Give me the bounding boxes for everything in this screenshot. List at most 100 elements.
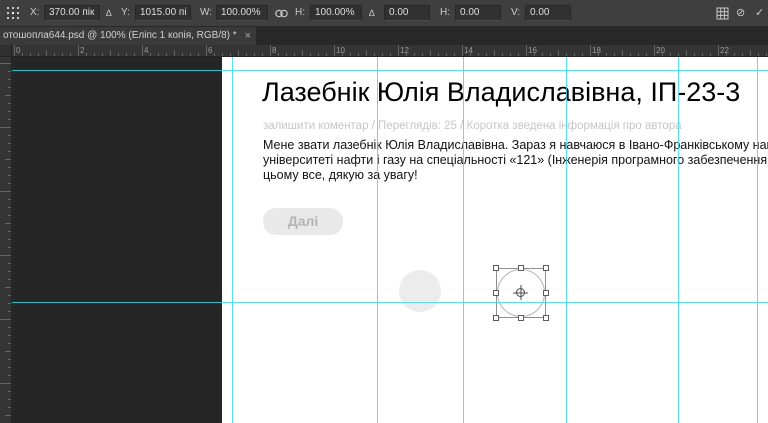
transform-handle-s[interactable] [518,315,524,321]
guide-line-vertical[interactable] [232,57,233,423]
ruler-tick [750,50,751,56]
ruler-tick [8,183,11,184]
guide-line-vertical[interactable] [377,57,378,423]
ruler-tick [622,50,623,56]
ruler-tick [462,45,463,56]
ruler-tick [8,87,11,88]
ruler-tick [254,53,255,56]
x-input[interactable]: 370.00 пік [44,5,100,21]
vertical-ruler[interactable] [0,57,12,423]
design-body-text: Мене звати лазебнік Юлія Владиславівна. … [263,138,768,183]
reference-point-locator-icon[interactable] [6,6,20,20]
guide-line-vertical[interactable] [757,57,758,423]
ruler-tick [8,151,11,152]
ruler-number: 2 [80,46,84,55]
ruler-tick [70,53,71,56]
ruler-tick [8,343,11,344]
y-input[interactable]: 1015.00 пі [135,5,191,21]
ruler-tick [518,53,519,56]
ruler-tick [542,53,543,56]
ruler-tick [494,50,495,56]
close-icon[interactable]: × [245,27,251,45]
ruler-tick [22,53,23,56]
ruler-tick [8,271,11,272]
ruler-tick [502,53,503,56]
ruler-tick [198,53,199,56]
ruler-tick [454,53,455,56]
ruler-tick [8,359,11,360]
ruler-tick [366,50,367,56]
guide-line-horizontal[interactable] [12,70,768,71]
ruler-tick [646,53,647,56]
ruler-number: 12 [400,46,409,55]
ruler-tick [14,45,15,56]
ruler-tick [590,45,591,56]
transform-selection[interactable] [496,268,546,318]
ruler-tick [0,383,11,384]
ruler-number: 16 [528,46,537,55]
ruler-tick [262,53,263,56]
ruler-tick [390,53,391,56]
transform-handle-nw[interactable] [493,265,499,271]
rotate-angle-icon: ∆ [369,0,375,26]
ruler-tick [5,223,11,224]
ruler-tick [678,53,679,56]
ruler-tick [710,53,711,56]
y-label: Y: [121,0,130,26]
ruler-tick [118,53,119,56]
ruler-tick [5,415,11,416]
height-input[interactable]: 100.00% [310,5,362,21]
guide-line-vertical[interactable] [463,57,464,423]
guide-line-vertical[interactable] [678,57,679,423]
guide-line-horizontal[interactable] [12,302,768,303]
transform-handle-e[interactable] [543,290,549,296]
angle-input[interactable]: 0.00 [384,5,430,21]
ruler-tick [438,53,439,56]
design-dark-sidebar [12,57,222,423]
cancel-transform-icon[interactable]: ⊘ [736,0,745,26]
ruler-tick [526,45,527,56]
design-next-button-label: Далі [288,213,319,229]
transform-options-bar: X: 370.00 пік ∆ Y: 1015.00 пі W: 100.00%… [0,0,768,27]
commit-transform-icon[interactable]: ✓ [755,0,764,26]
ruler-tick [8,311,11,312]
ruler-corner [0,45,12,57]
horizontal-ruler[interactable]: 0246810121416182022 [0,45,768,57]
center-reference-icon[interactable] [516,288,525,297]
ruler-tick [638,53,639,56]
transform-handle-sw[interactable] [493,315,499,321]
ruler-tick [382,53,383,56]
ellipse-shape [399,270,441,312]
ruler-tick [334,45,335,56]
skew-h-input[interactable]: 0.00 [455,5,501,21]
ruler-number: 10 [336,46,345,55]
relative-position-icon[interactable]: ∆ [106,0,112,26]
ruler-tick [654,45,655,56]
ruler-tick [206,45,207,56]
ruler-tick [8,263,11,264]
canvas[interactable]: Лазебнік Юлія Владиславівна, ІП-23-3 зал… [12,57,768,423]
ruler-tick [694,53,695,56]
transform-handle-se[interactable] [543,315,549,321]
transform-handle-ne[interactable] [543,265,549,271]
transform-handle-w[interactable] [493,290,499,296]
ruler-tick [566,53,567,56]
width-input[interactable]: 100.00% [216,5,268,21]
ruler-number: 22 [720,46,729,55]
warp-mode-icon[interactable] [716,7,729,20]
guide-line-vertical[interactable] [566,57,567,423]
ruler-tick [46,50,47,56]
skew-v-input[interactable]: 0.00 [525,5,571,21]
ruler-tick [62,53,63,56]
ruler-tick [0,319,11,320]
document-tab[interactable]: отошопла644.psd @ 100% (Еліпс 1 копія, R… [0,27,256,45]
ruler-tick [214,53,215,56]
link-dimensions-icon[interactable] [274,9,289,18]
ruler-number: 14 [464,46,473,55]
ruler-tick [150,53,151,56]
ruler-tick [8,279,11,280]
ruler-number: 20 [656,46,665,55]
ruler-tick [414,53,415,56]
transform-handle-n[interactable] [518,265,524,271]
ruler-tick [326,53,327,56]
